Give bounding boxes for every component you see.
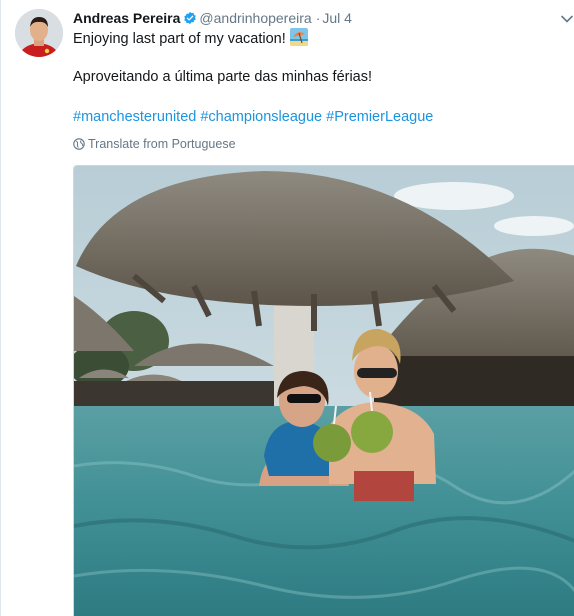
verified-badge-icon [183, 11, 197, 29]
tweet-text-portuguese: Aproveitando a última parte das minhas f… [73, 69, 373, 85]
beach-umbrella-emoji-icon [289, 28, 308, 52]
translate-link[interactable]: Translate from Portuguese [73, 137, 236, 153]
display-name[interactable]: Andreas Pereira [73, 10, 180, 26]
chevron-down-icon[interactable] [560, 12, 574, 26]
tweet-photo[interactable] [73, 165, 574, 616]
timeline-divider [0, 0, 1, 616]
globe-icon [73, 138, 85, 153]
tweet-header: Andreas Pereira @andrinhopereira · Jul 4 [73, 9, 352, 29]
user-handle[interactable]: @andrinhopereira [199, 10, 311, 26]
avatar[interactable] [15, 9, 63, 57]
tweet-text-line-1: Enjoying last part of my vacation! [73, 28, 308, 52]
translate-label: Translate from Portuguese [88, 137, 236, 151]
vacation-photo-illustration [74, 166, 574, 616]
hashtag-link[interactable]: #manchesterunited [73, 109, 196, 125]
hashtag-link[interactable]: #PremierLeague [326, 109, 433, 125]
hashtag-row: #manchesterunited #championsleague #Prem… [73, 108, 433, 127]
tweet-text-english: Enjoying last part of my vacation! [73, 31, 286, 47]
separator-dot: · [315, 10, 321, 26]
tweet-timestamp[interactable]: Jul 4 [322, 10, 352, 26]
hashtag-link[interactable]: #championsleague [200, 109, 322, 125]
